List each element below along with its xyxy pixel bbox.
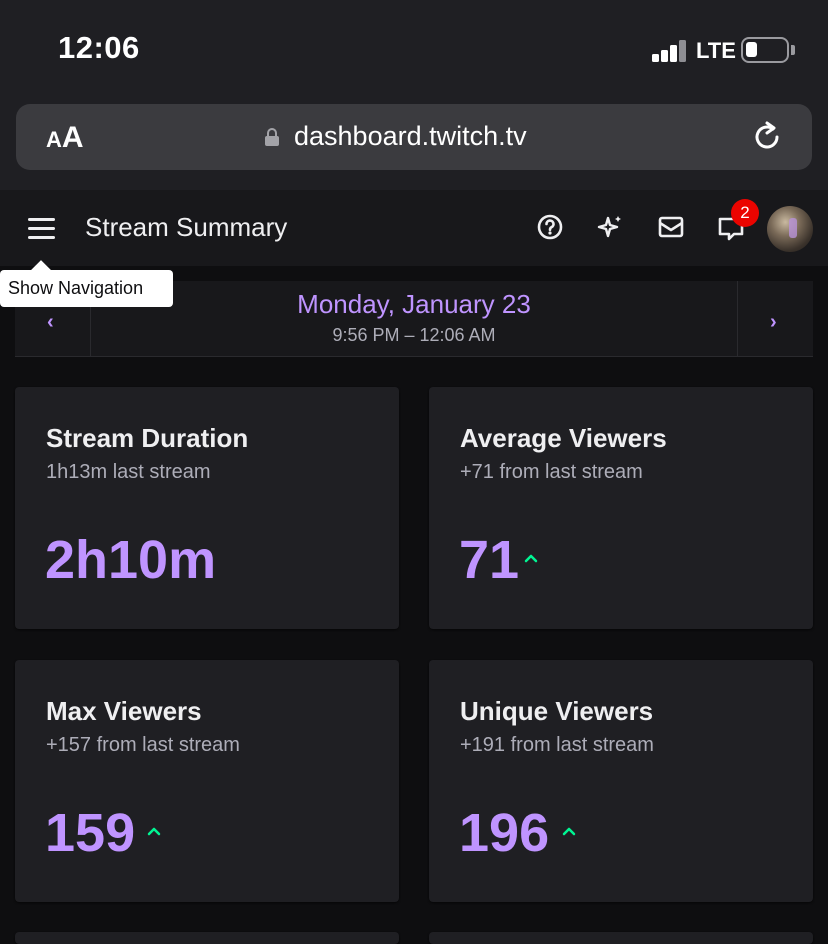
carrier-label: LTE	[696, 38, 736, 63]
stream-time-range: 9:56 PM – 12:06 AM	[332, 325, 496, 345]
card-subtitle: +157 from last stream	[46, 734, 240, 756]
stat-card-partial	[15, 932, 399, 944]
stat-card-average-viewers: Average Viewers +71 from last stream 71	[429, 387, 813, 629]
next-stream-button[interactable]: ›	[737, 281, 813, 357]
battery-tip	[791, 45, 795, 55]
reload-icon[interactable]	[750, 120, 784, 154]
status-time: 12:06	[58, 30, 140, 65]
trend-up-icon	[562, 827, 576, 836]
show-navigation-tooltip: Show Navigation	[0, 270, 173, 307]
lock-icon	[265, 128, 279, 146]
sparkle-icon[interactable]	[595, 212, 625, 242]
card-subtitle: +191 from last stream	[460, 734, 654, 756]
text-size-button[interactable]: AA	[46, 121, 84, 155]
help-icon[interactable]	[535, 212, 565, 242]
card-value: 71	[459, 530, 520, 590]
trend-up-icon	[524, 554, 538, 563]
stat-card-max-viewers: Max Viewers +157 from last stream 159	[15, 660, 399, 902]
browser-toolbar: AA dashboard.twitch.tv	[0, 96, 828, 190]
battery-icon	[741, 37, 789, 63]
card-value: 159	[45, 803, 136, 863]
card-title: Average Viewers	[460, 423, 667, 453]
notification-badge: 2	[731, 199, 759, 227]
cellular-signal-icon	[652, 40, 688, 62]
card-subtitle: 1h13m last stream	[46, 461, 211, 483]
stat-card-partial	[429, 932, 813, 944]
card-title: Max Viewers	[46, 696, 202, 726]
chevron-right-icon: ›	[770, 311, 777, 333]
hamburger-menu-icon[interactable]	[28, 218, 56, 240]
card-value: 196	[459, 803, 550, 863]
avatar[interactable]	[767, 206, 813, 252]
status-bar: 12:06 LTE	[0, 0, 828, 96]
card-title: Unique Viewers	[460, 696, 654, 726]
stat-card-stream-duration: Stream Duration 1h13m last stream 2h10m	[15, 387, 399, 629]
url-text[interactable]: dashboard.twitch.tv	[294, 121, 527, 152]
card-value: 2h10m	[45, 530, 217, 590]
card-subtitle: +71 from last stream	[460, 461, 643, 483]
trend-up-icon	[147, 827, 161, 836]
card-title: Stream Duration	[46, 423, 249, 453]
top-navigation: Stream Summary	[0, 190, 828, 266]
inbox-icon[interactable]	[656, 212, 686, 242]
stat-card-unique-viewers: Unique Viewers +191 from last stream 196	[429, 660, 813, 902]
address-bar[interactable]: AA dashboard.twitch.tv	[16, 104, 812, 170]
page-title: Stream Summary	[85, 212, 288, 242]
